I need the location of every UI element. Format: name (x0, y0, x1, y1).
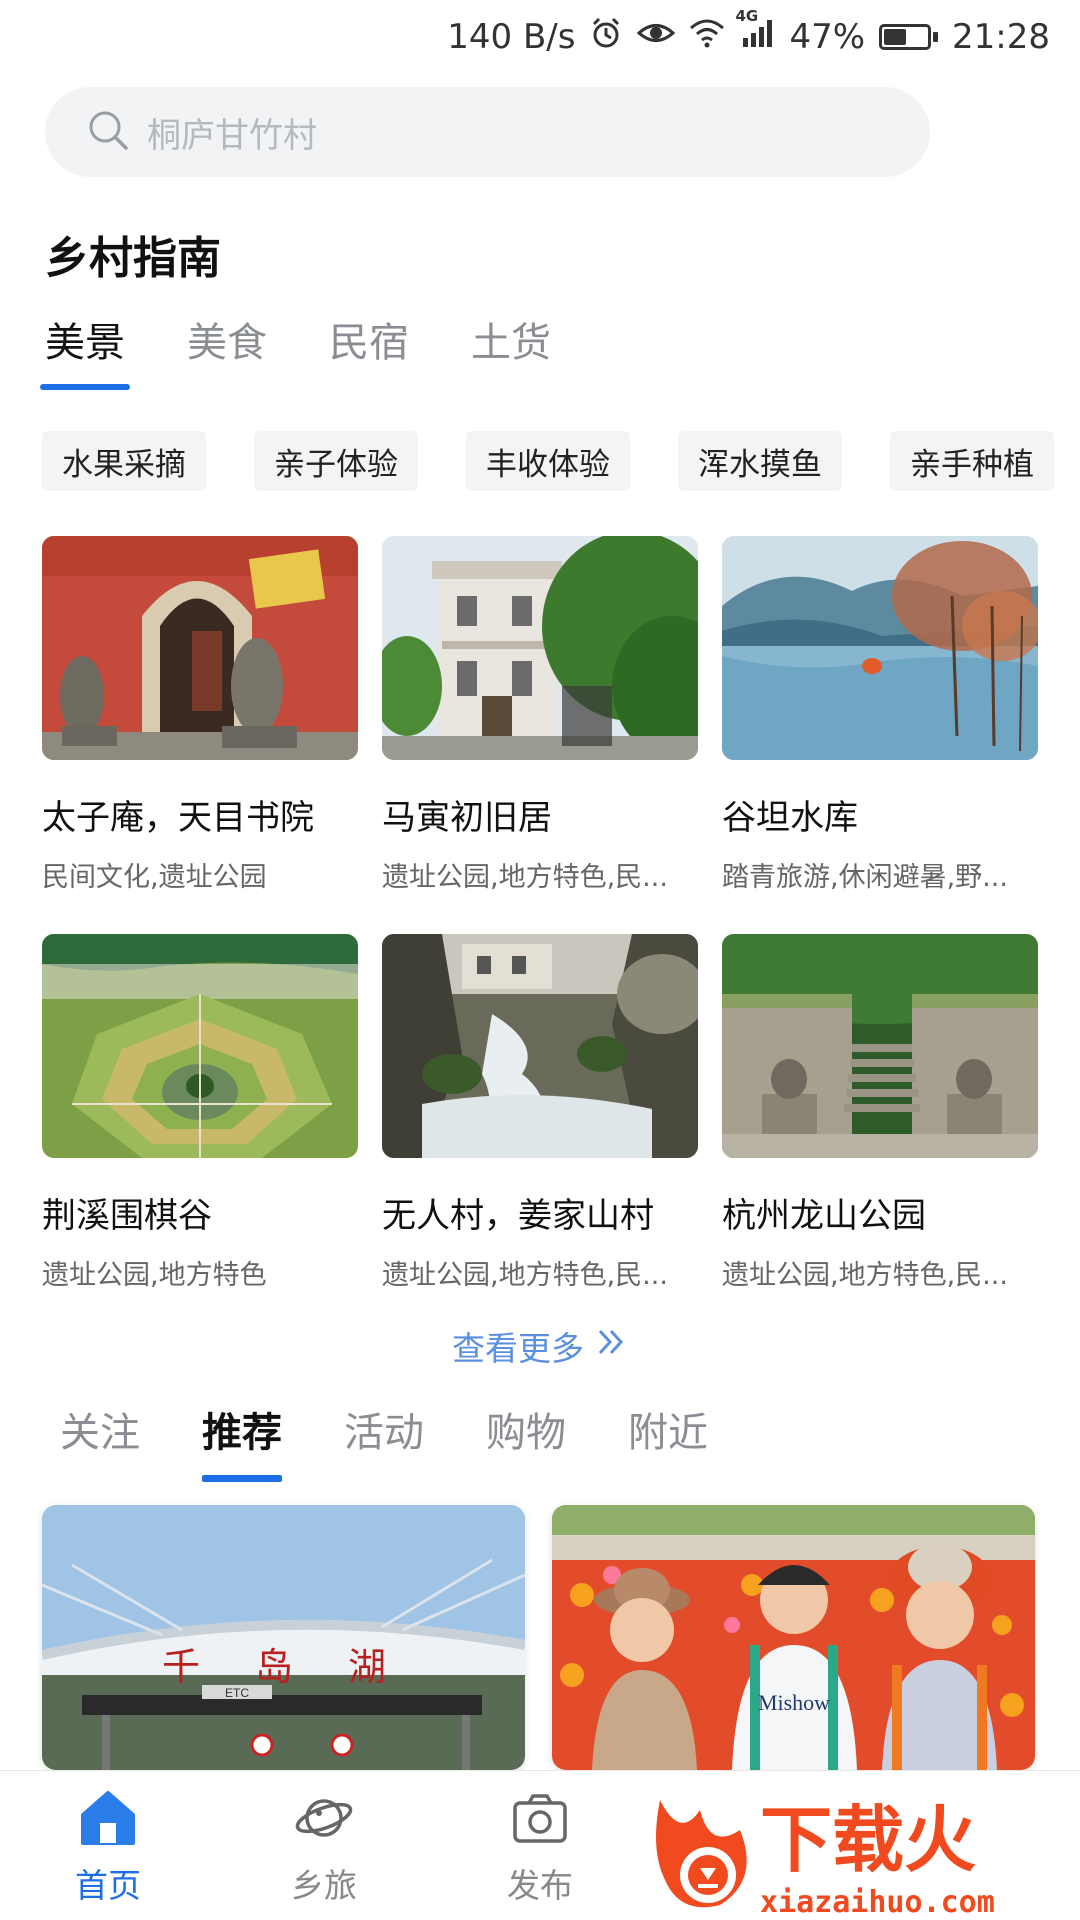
card-image (382, 536, 698, 760)
nav-rural-travel[interactable]: 乡旅 (216, 1771, 432, 1920)
chip-planting[interactable]: 亲手种植 (890, 431, 1054, 491)
status-bar: 140 B/s 4G 47% 21:28 (0, 0, 1080, 74)
card-image (722, 536, 1038, 760)
watermark-logo: 下载火 xiazaihuo.com (640, 1780, 1080, 1920)
card-title: 谷坦水库 (722, 798, 858, 838)
alarm-icon (589, 16, 623, 59)
feed-image: Mishow (552, 1505, 1035, 1770)
nav-home[interactable]: 首页 (0, 1771, 216, 1920)
scenery-card[interactable]: 荆溪围棋谷 遗址公园,地方特色 (42, 934, 358, 1292)
tab-activities[interactable]: 活动 (344, 1400, 424, 1482)
card-title: 荆溪围棋谷 (42, 1196, 212, 1236)
card-image (382, 934, 698, 1158)
card-tags: 遗址公园,地方特色,民... (382, 862, 668, 893)
tab-nearby[interactable]: 附近 (628, 1400, 708, 1482)
card-image (722, 934, 1038, 1158)
home-icon (77, 1787, 139, 1853)
section-title: 乡村指南 (45, 233, 221, 284)
card-tags: 遗址公园,地方特色 (42, 1260, 267, 1291)
planet-icon (293, 1787, 355, 1853)
feed-image: ETC 千岛湖 (42, 1505, 525, 1770)
scenery-card[interactable]: 谷坦水库 踏青旅游,休闲避暑,野... (722, 536, 1038, 894)
clock: 21:28 (952, 17, 1050, 57)
search-placeholder: 桐庐甘竹村 (147, 115, 317, 156)
watermark-brand: 下载火 (760, 1798, 976, 1882)
battery-percent: 47% (789, 17, 866, 57)
card-tags: 民间文化,遗址公园 (42, 862, 267, 893)
net-speed: 140 B/s (447, 17, 576, 57)
card-title: 马寅初旧居 (382, 798, 552, 838)
chip-fruit-picking[interactable]: 水果采摘 (42, 431, 206, 491)
nav-home-label: 首页 (75, 1866, 141, 1905)
tab-food[interactable]: 美食 (187, 310, 267, 390)
card-image (42, 536, 358, 760)
chip-fishing[interactable]: 浑水摸鱼 (678, 431, 842, 491)
card-title: 太子庵，天目书院 (42, 798, 314, 838)
view-more-label: 查看更多 (452, 1329, 584, 1368)
nav-publish[interactable]: 发布 (432, 1771, 648, 1920)
camera-icon (509, 1787, 571, 1853)
watermark-url: xiazaihuo.com (760, 1885, 995, 1920)
toll-sign-text: 千岛湖 (162, 1645, 441, 1689)
wifi-icon (689, 17, 725, 57)
nav-rural-travel-label: 乡旅 (291, 1866, 357, 1905)
shirt-text: Mishow (758, 1690, 830, 1715)
category-tabs: 美景 美食 民宿 土货 (40, 310, 551, 390)
scenery-card[interactable]: 马寅初旧居 遗址公园,地方特色,民... (382, 536, 698, 894)
tab-shopping[interactable]: 购物 (486, 1400, 566, 1482)
search-input[interactable]: 桐庐甘竹村 (45, 87, 930, 177)
chip-harvest-experience[interactable]: 丰收体验 (466, 431, 630, 491)
feed-card[interactable]: Mishow (552, 1505, 1035, 1770)
network-type: 4G (735, 7, 759, 25)
card-title: 无人村，姜家山村 (382, 1196, 654, 1236)
tab-following[interactable]: 关注 (60, 1400, 140, 1482)
scenery-card[interactable]: 无人村，姜家山村 遗址公园,地方特色,民... (382, 934, 698, 1292)
signal-icon: 4G (735, 7, 775, 57)
tab-recommended[interactable]: 推荐 (202, 1400, 282, 1482)
card-image (42, 934, 358, 1158)
double-chevron-right-icon (594, 1325, 628, 1367)
card-tags: 遗址公园,地方特色,民... (382, 1260, 668, 1291)
scenery-card[interactable]: 太子庵，天目书院 民间文化,遗址公园 (42, 536, 358, 894)
search-icon (87, 109, 129, 155)
feed-tabs: 关注 推荐 活动 购物 附近 (60, 1400, 708, 1482)
card-tags: 踏青旅游,休闲避暑,野... (722, 862, 1008, 893)
battery-icon (879, 24, 939, 50)
view-more-link[interactable]: 查看更多 (0, 1322, 1080, 1370)
eye-icon (637, 17, 676, 57)
tab-homestay[interactable]: 民宿 (329, 310, 409, 390)
chip-family-experience[interactable]: 亲子体验 (254, 431, 418, 491)
feed-card[interactable]: ETC 千岛湖 (42, 1505, 525, 1770)
scenery-card[interactable]: 杭州龙山公园 遗址公园,地方特色,民... (722, 934, 1038, 1292)
card-tags: 遗址公园,地方特色,民... (722, 1260, 1008, 1291)
scenery-grid: 太子庵，天目书院 民间文化,遗址公园 马寅初旧居 遗址公园,地方特色,民... … (42, 536, 1042, 1292)
tab-scenery[interactable]: 美景 (40, 310, 130, 390)
filter-chips: 水果采摘 亲子体验 丰收体验 浑水摸鱼 亲手种植 (42, 431, 1054, 491)
card-title: 杭州龙山公园 (722, 1196, 926, 1236)
tab-local-goods[interactable]: 土货 (471, 310, 551, 390)
nav-publish-label: 发布 (507, 1866, 573, 1905)
